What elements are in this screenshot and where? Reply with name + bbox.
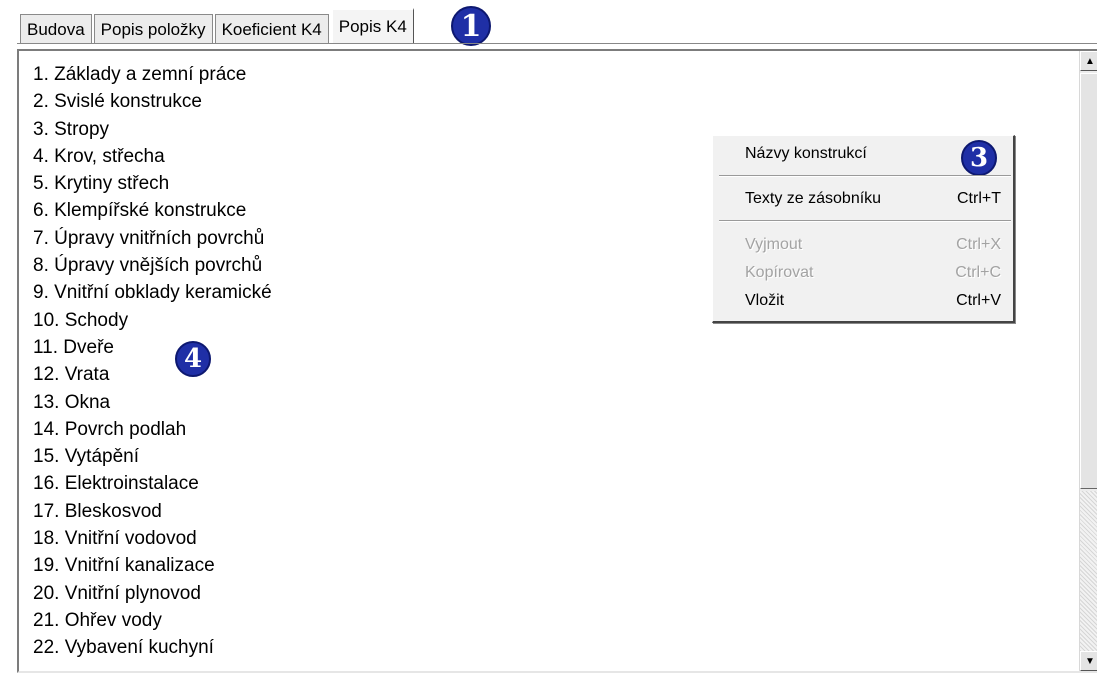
- list-item[interactable]: 7. Úpravy vnitřních povrchů: [33, 225, 272, 252]
- menu-item-vlozit[interactable]: Vložit Ctrl+V: [745, 289, 1007, 313]
- menu-item-label: Texty ze zásobníku: [745, 190, 882, 207]
- list-item[interactable]: 6. Klempířské konstrukce: [33, 197, 272, 224]
- menu-item-kopirovat[interactable]: Kopírovat Ctrl+C: [745, 261, 1007, 285]
- menu-separator: [719, 220, 1011, 222]
- list-item[interactable]: 16. Elektroinstalace: [33, 470, 272, 497]
- list-item[interactable]: 11. Dveře: [33, 334, 272, 361]
- list-item[interactable]: 13. Okna: [33, 389, 272, 416]
- list-item[interactable]: 17. Bleskosvod: [33, 498, 272, 525]
- scroll-up-button[interactable]: ▲: [1080, 51, 1097, 71]
- menu-item-label: Vložit: [745, 292, 785, 309]
- list-item[interactable]: 20. Vnitřní plynovod: [33, 580, 272, 607]
- list-item[interactable]: 19. Vnitřní kanalizace: [33, 552, 272, 579]
- arrow-down-icon: ▼: [1085, 655, 1095, 667]
- list-item[interactable]: 3. Stropy: [33, 116, 272, 143]
- list-item[interactable]: 10. Schody: [33, 307, 272, 334]
- menu-separator: [719, 175, 1011, 177]
- menu-item-shortcut: Ctrl+C: [955, 264, 1001, 281]
- list-item[interactable]: 14. Povrch podlah: [33, 416, 272, 443]
- menu-item-label: Názvy konstrukcí: [745, 145, 867, 162]
- tab-list: Budova Popis položky Koeficient K4 Popis…: [20, 8, 416, 44]
- context-menu: Názvy konstrukcí 3 Texty ze zásobníku Ct…: [712, 135, 1015, 323]
- tab-budova[interactable]: Budova: [20, 14, 92, 44]
- list-item[interactable]: 2. Svislé konstrukce: [33, 88, 272, 115]
- arrow-up-icon: ▲: [1085, 55, 1095, 67]
- menu-item-shortcut: Ctrl+T: [957, 190, 1001, 207]
- list-item[interactable]: 22. Vybavení kuchyní: [33, 634, 272, 661]
- list-item[interactable]: 18. Vnitřní vodovod: [33, 525, 272, 552]
- list-item[interactable]: 21. Ohřev vody: [33, 607, 272, 634]
- callout-badge-1: 1: [451, 6, 491, 46]
- scroll-down-button[interactable]: ▼: [1080, 651, 1097, 671]
- tab-koeficient-k4[interactable]: Koeficient K4: [214, 14, 329, 44]
- menu-item-shortcut: Ctrl+V: [956, 292, 1001, 309]
- list-item[interactable]: 15. Vytápění: [33, 443, 272, 470]
- list-item[interactable]: 9. Vnitřní obklady keramické: [33, 279, 272, 306]
- tab-strip: Budova Popis položky Koeficient K4 Popis…: [0, 0, 1097, 46]
- scroll-track[interactable]: [1080, 491, 1097, 651]
- list-item[interactable]: 1. Základy a zemní práce: [33, 61, 272, 88]
- scroll-thumb[interactable]: [1080, 73, 1097, 489]
- list-item[interactable]: 12. Vrata: [33, 361, 272, 388]
- tab-divider: [17, 43, 1097, 44]
- item-list: 1. Základy a zemní práce 2. Svislé konst…: [33, 61, 272, 662]
- menu-item-label: Vyjmout: [745, 236, 803, 253]
- menu-item-label: Kopírovat: [745, 264, 814, 281]
- menu-item-texty-ze-zasobniku[interactable]: Texty ze zásobníku Ctrl+T: [745, 187, 1007, 211]
- menu-item-shortcut: [1001, 142, 1007, 166]
- callout-badge-3: 3: [961, 140, 997, 176]
- tab-popis-k4[interactable]: Popis K4: [330, 8, 414, 44]
- list-item[interactable]: 4. Krov, střecha: [33, 143, 272, 170]
- menu-item-vyjmout[interactable]: Vyjmout Ctrl+X: [745, 233, 1007, 257]
- callout-badge-4: 4: [175, 341, 211, 377]
- list-item[interactable]: 5. Krytiny střech: [33, 170, 272, 197]
- list-item[interactable]: 8. Úpravy vnějších povrchů: [33, 252, 272, 279]
- tab-popis-polozky[interactable]: Popis položky: [93, 14, 213, 44]
- menu-item-shortcut: Ctrl+X: [956, 236, 1001, 253]
- vertical-scrollbar[interactable]: ▲ ▼: [1079, 51, 1097, 671]
